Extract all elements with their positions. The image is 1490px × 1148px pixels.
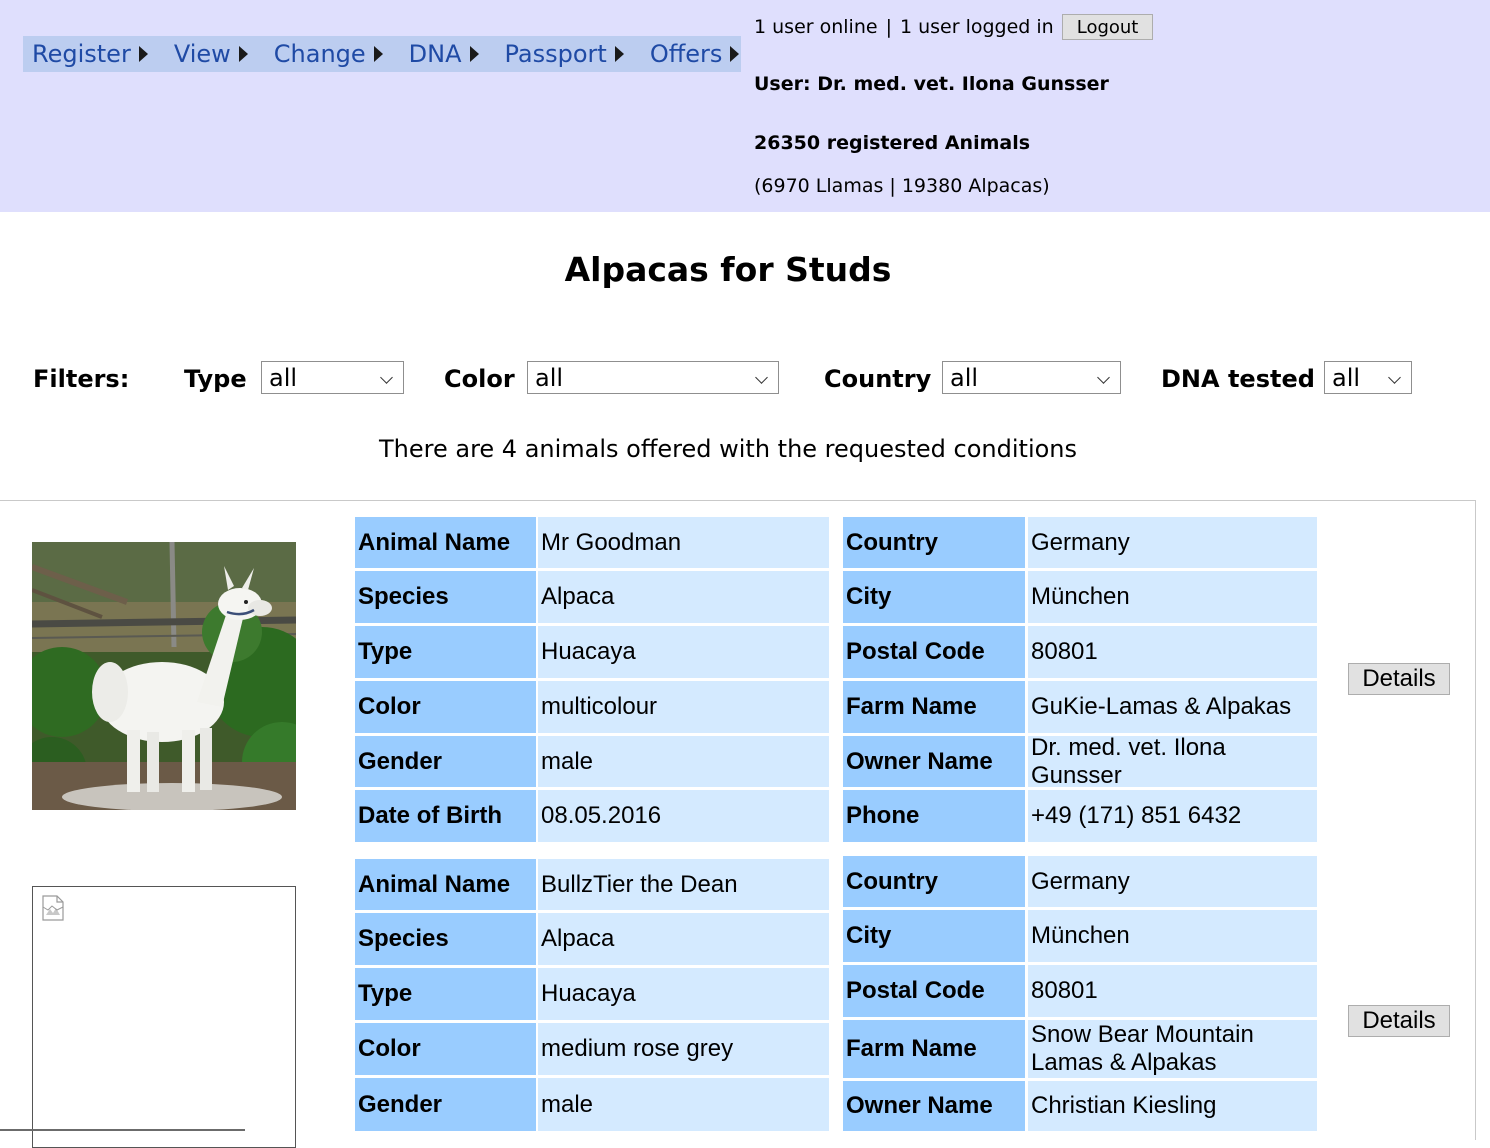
country-filter-label: Country xyxy=(824,365,932,393)
caret-right-icon xyxy=(614,46,624,62)
nav-change[interactable]: Change xyxy=(274,40,383,68)
dna-filter-select[interactable]: all xyxy=(1324,361,1412,394)
session-status: 1 user online | 1 user logged in Logout xyxy=(754,14,1154,40)
dna-filter-value: all xyxy=(1332,364,1361,392)
type-value: Huacaya xyxy=(538,626,829,678)
type-label: Type xyxy=(355,968,536,1020)
postal-code-label: Postal Code xyxy=(843,626,1025,678)
country-filter-value: all xyxy=(950,364,979,392)
farm-name-label: Farm Name xyxy=(843,1020,1025,1078)
caret-right-icon xyxy=(238,46,248,62)
results-count-text: There are 4 animals offered with the req… xyxy=(378,435,1078,463)
postal-code-value: 80801 xyxy=(1028,626,1317,678)
chevron-down-icon xyxy=(1097,371,1110,384)
details-button[interactable]: Details xyxy=(1348,663,1450,695)
color-filter-label: Color xyxy=(444,365,515,393)
farm-name-label: Farm Name xyxy=(843,681,1025,733)
nav-offers-label: Offers xyxy=(649,40,723,68)
city-value: München xyxy=(1028,910,1317,962)
nav-register-label: Register xyxy=(32,40,131,68)
alpaca-photo[interactable] xyxy=(32,542,296,810)
owner-name-value: Dr. med. vet. Ilona Gunsser xyxy=(1028,736,1317,787)
logged-status: 1 user logged in xyxy=(899,16,1054,38)
dna-filter-label: DNA tested xyxy=(1161,365,1315,393)
caret-right-icon xyxy=(730,46,740,62)
postal-code-label: Postal Code xyxy=(843,965,1025,1017)
postal-code-value: 80801 xyxy=(1028,965,1317,1017)
nav-register[interactable]: Register xyxy=(32,40,148,68)
nav-view[interactable]: View xyxy=(174,40,248,68)
nav-change-label: Change xyxy=(273,40,366,68)
owner-name-label: Owner Name xyxy=(843,736,1025,787)
status-separator: | xyxy=(885,16,892,38)
type-label: Type xyxy=(355,626,536,678)
chevron-down-icon xyxy=(1388,371,1401,384)
gender-label: Gender xyxy=(355,1078,536,1131)
nav-offers[interactable]: Offers xyxy=(650,40,740,68)
nav-passport-label: Passport xyxy=(504,40,607,68)
color-label: Color xyxy=(355,681,536,733)
type-filter-label: Type xyxy=(184,365,247,393)
species-label: Species xyxy=(355,571,536,623)
gender-value: male xyxy=(538,736,829,787)
city-label: City xyxy=(843,571,1025,623)
farm-name-value: GuKie-Lamas & Alpakas xyxy=(1028,681,1317,733)
nav-dna-label: DNA xyxy=(408,40,462,68)
missing-photo xyxy=(32,886,296,1148)
country-label: Country xyxy=(843,517,1025,568)
birth-date-label: Date of Birth xyxy=(355,790,536,842)
phone-value: +49 (171) 851 6432 xyxy=(1028,790,1317,842)
city-label: City xyxy=(843,910,1025,962)
color-value: multicolour xyxy=(538,681,829,733)
country-label: Country xyxy=(843,856,1025,907)
owner-name-label: Owner Name xyxy=(843,1081,1025,1131)
logout-button[interactable]: Logout xyxy=(1061,14,1154,40)
farm-name-value: Snow Bear Mountain Lamas & Alpakas xyxy=(1028,1020,1317,1078)
species-label: Species xyxy=(355,913,536,965)
type-filter-value: all xyxy=(269,364,298,392)
nav-passport[interactable]: Passport xyxy=(505,40,624,68)
country-filter-select[interactable]: all xyxy=(942,361,1121,394)
color-filter-value: all xyxy=(535,364,564,392)
caret-right-icon xyxy=(469,46,479,62)
site-header: Register View Change DNA Passport Offers… xyxy=(0,0,1490,212)
nav-dna[interactable]: DNA xyxy=(409,40,479,68)
broken-image-icon xyxy=(42,895,64,921)
registered-count: 26350 registered Animals xyxy=(754,132,1031,154)
animal-name-value: Mr Goodman xyxy=(538,517,829,568)
birth-date-value: 08.05.2016 xyxy=(538,790,829,842)
filters-heading: Filters: xyxy=(33,365,130,393)
current-user: User: Dr. med. vet. Ilona Gunsser xyxy=(754,73,1109,95)
owner-name-value: Christian Kiesling xyxy=(1028,1081,1317,1131)
color-value: medium rose grey xyxy=(538,1023,829,1075)
chevron-down-icon xyxy=(380,371,393,384)
caret-right-icon xyxy=(373,46,383,62)
species-breakdown: (6970 Llamas | 19380 Alpacas) xyxy=(754,175,1050,197)
gender-label: Gender xyxy=(355,736,536,787)
chevron-down-icon xyxy=(755,371,768,384)
online-status: 1 user online xyxy=(754,16,878,38)
details-button[interactable]: Details xyxy=(1348,1005,1450,1037)
type-value: Huacaya xyxy=(538,968,829,1020)
country-value: Germany xyxy=(1028,856,1317,907)
species-value: Alpaca xyxy=(538,571,829,623)
caret-right-icon xyxy=(138,46,148,62)
phone-label: Phone xyxy=(843,790,1025,842)
city-value: München xyxy=(1028,571,1317,623)
animal-name-label: Animal Name xyxy=(355,517,536,568)
page-title: Alpacas for Studs xyxy=(564,250,892,289)
animal-name-value: BullzTier the Dean xyxy=(538,859,829,910)
gender-value: male xyxy=(538,1078,829,1131)
color-filter-select[interactable]: all xyxy=(527,361,779,394)
species-value: Alpaca xyxy=(538,913,829,965)
animal-name-label: Animal Name xyxy=(355,859,536,910)
country-value: Germany xyxy=(1028,517,1317,568)
color-label: Color xyxy=(355,1023,536,1075)
main-nav: Register View Change DNA Passport Offers xyxy=(23,36,741,72)
nav-view-label: View xyxy=(173,40,231,68)
type-filter-select[interactable]: all xyxy=(261,361,404,394)
filters-bar: Filters: Type all Color all Country all … xyxy=(0,361,1490,397)
